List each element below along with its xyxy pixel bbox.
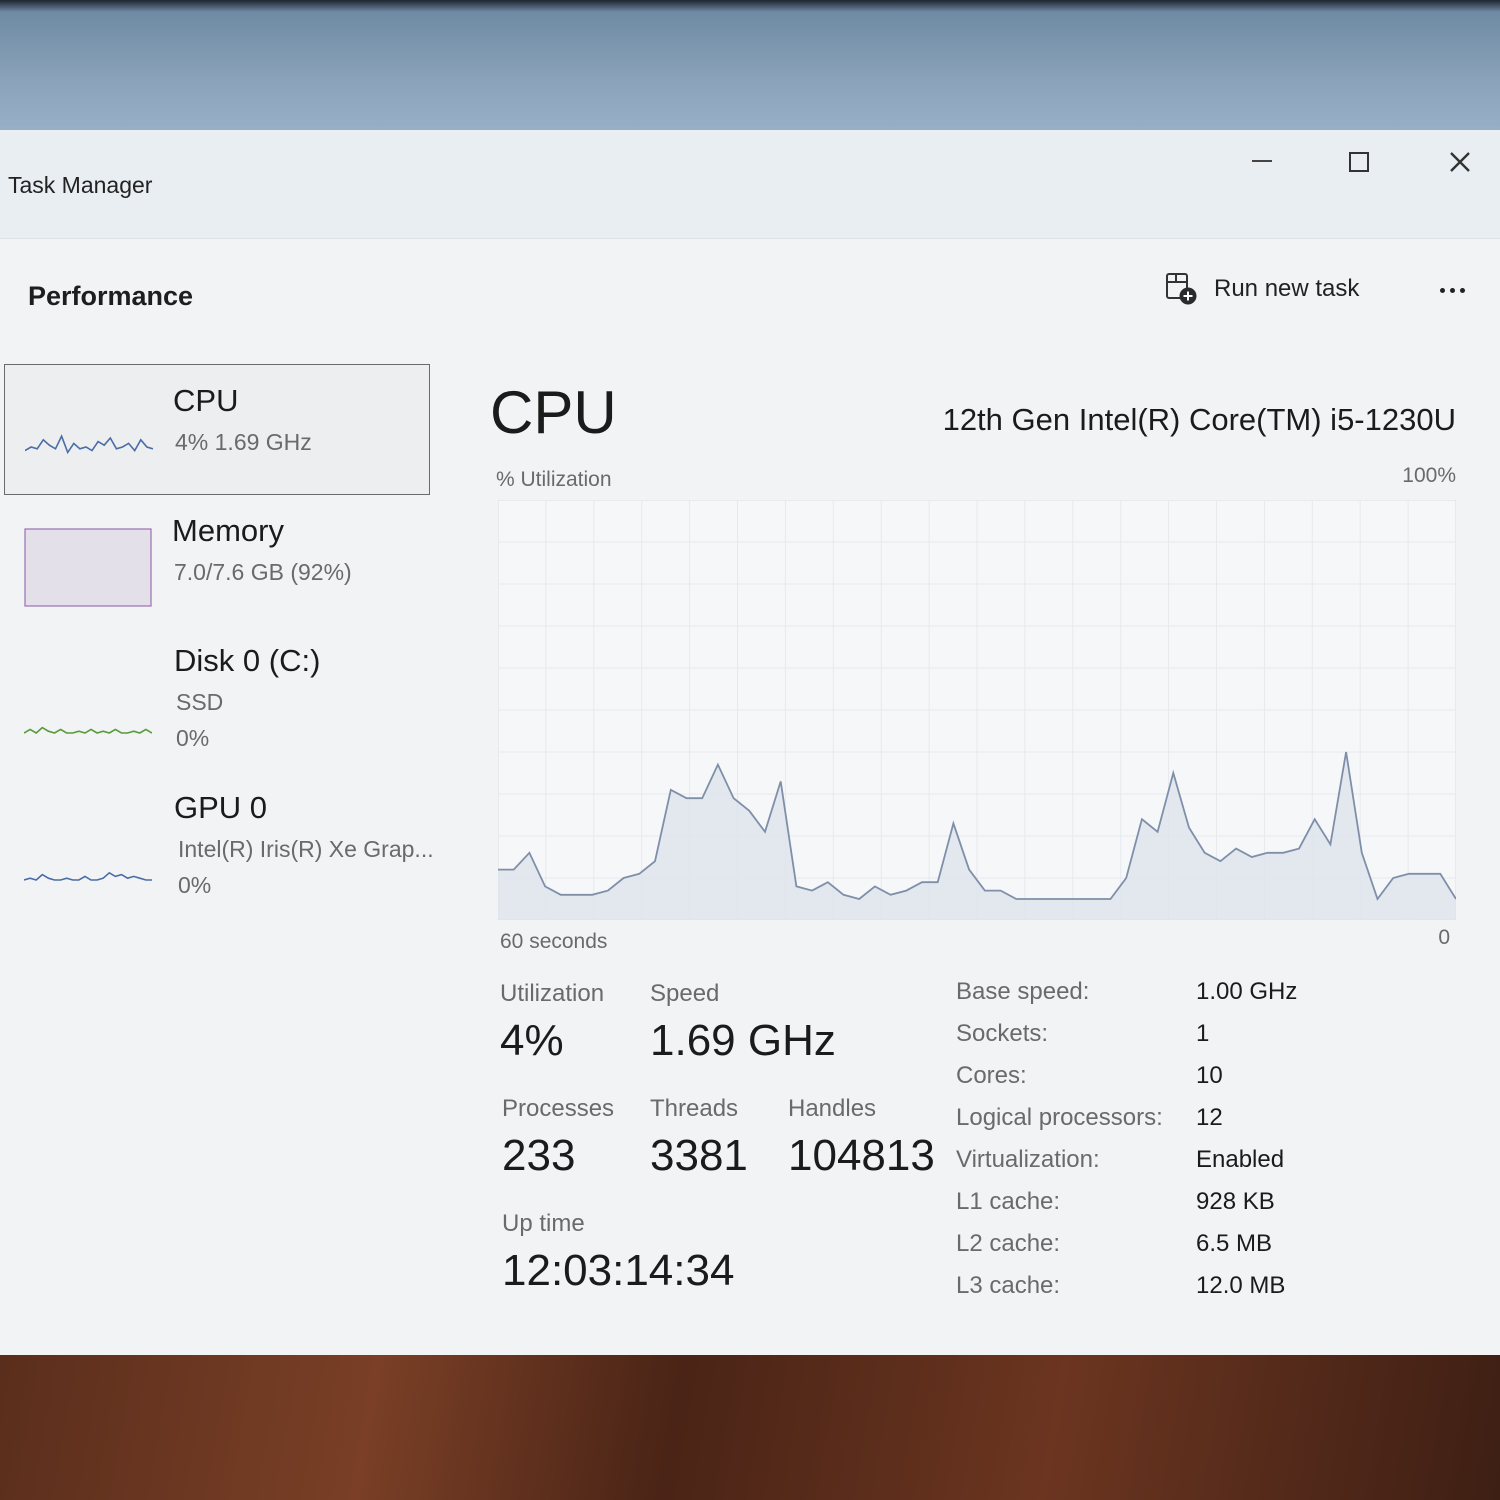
stat-label: Utilization	[500, 980, 605, 1007]
thumbnail-line	[25, 434, 153, 455]
sidebar-item-percent: 0%	[176, 725, 210, 751]
more-dot-icon	[1439, 287, 1445, 293]
sidebar-item-memory[interactable]: Memory 7.0/7.6 GB (92%)	[4, 505, 430, 620]
more-dot-icon	[1459, 287, 1465, 293]
stat-label: Threads	[650, 1095, 739, 1122]
cpu-model-name: 12th Gen Intel(R) Core(TM) i5-1230U	[942, 402, 1456, 437]
sidebar-item-label: GPU 0	[174, 790, 268, 825]
close-icon	[1450, 152, 1470, 172]
resource-sidebar: CPU 4% 1.69 GHz Memory 7.0/7.6 GB (92%) …	[0, 360, 450, 920]
spec-label-cores: Cores:	[956, 1062, 1027, 1089]
maximize-button[interactable]	[1335, 140, 1383, 184]
spec-value-base-speed: 1.00 GHz	[1196, 978, 1298, 1005]
cpu-detail-panel: CPU 12th Gen Intel(R) Core(TM) i5-1230U …	[490, 360, 1470, 1340]
stat-label: Processes	[502, 1095, 615, 1122]
stat-threads: Threads 3381	[650, 1095, 748, 1181]
stat-handles: Handles 104813	[788, 1095, 935, 1181]
desk-surface	[0, 1350, 1500, 1500]
time-axis-label: 60 seconds	[500, 930, 608, 953]
spec-value-l3-cache: 12.0 MB	[1196, 1272, 1286, 1299]
spec-value-sockets: 1	[1196, 1020, 1210, 1047]
stat-label: Handles	[788, 1095, 877, 1122]
stat-uptime: Up time 12:03:14:34	[502, 1210, 734, 1296]
close-button[interactable]	[1436, 140, 1484, 184]
sidebar-item-sub: 4% 1.69 GHz	[175, 429, 312, 455]
spec-value-logical-processors: 12	[1196, 1104, 1223, 1131]
sidebar-item-disk[interactable]: Disk 0 (C:) SSD 0%	[4, 635, 430, 765]
title-bar: Task Manager	[0, 130, 1500, 238]
maximize-icon	[1349, 152, 1369, 172]
disk-thumbnail-graph	[24, 726, 152, 734]
stat-label: Speed	[650, 980, 720, 1007]
page-header: Performance Run new task	[0, 238, 1500, 344]
gpu-thumbnail-graph	[24, 871, 152, 881]
run-task-icon	[1166, 273, 1197, 305]
spec-value-virtualization: Enabled	[1196, 1146, 1285, 1173]
stat-value: 1.69 GHz	[650, 1016, 836, 1065]
sidebar-item-sub: SSD	[176, 689, 224, 715]
desktop-background	[0, 0, 1500, 140]
run-new-task-button[interactable]: Run new task	[1164, 269, 1359, 309]
sidebar-item-label: Memory	[172, 513, 284, 548]
stat-value: 233	[502, 1131, 576, 1180]
spec-label-base-speed: Base speed:	[956, 978, 1090, 1005]
utilization-max-label: 100%	[1402, 464, 1456, 487]
stat-utilization: Utilization 4%	[500, 980, 604, 1066]
spec-label-l2-cache: L2 cache:	[956, 1230, 1061, 1257]
stat-processes: Processes 233	[502, 1095, 614, 1181]
sidebar-item-percent: 0%	[178, 872, 212, 898]
more-options-button[interactable]	[1430, 275, 1474, 305]
stat-value: 12:03:14:34	[502, 1246, 735, 1295]
sidebar-item-gpu[interactable]: GPU 0 Intel(R) Iris(R) Xe Grap... 0%	[4, 780, 434, 915]
spec-label-virtualization: Virtualization:	[956, 1146, 1100, 1173]
spec-label-l3-cache: L3 cache:	[956, 1272, 1061, 1299]
minimize-button[interactable]	[1238, 140, 1286, 184]
spec-label-sockets: Sockets:	[956, 1020, 1049, 1047]
sidebar-item-label: CPU	[173, 383, 239, 418]
window-title: Task Manager	[8, 172, 153, 198]
minimize-icon	[1252, 160, 1272, 162]
utilization-axis-label: % Utilization	[496, 468, 612, 491]
time-axis-zero-label: 0	[1438, 926, 1450, 949]
memory-thumbnail-graph	[24, 528, 152, 607]
sidebar-item-sub: 7.0/7.6 GB (92%)	[174, 559, 352, 585]
detail-title: CPU	[490, 379, 617, 446]
stat-value: 3381	[650, 1131, 748, 1180]
run-new-task-label: Run new task	[1214, 275, 1360, 302]
cpu-thumbnail-graph	[25, 434, 153, 455]
stat-value: 104813	[788, 1131, 935, 1180]
memory-thumbnail-fill	[24, 528, 152, 607]
spec-label-l1-cache: L1 cache:	[956, 1188, 1061, 1215]
spec-value-l1-cache: 928 KB	[1196, 1188, 1275, 1215]
stat-label: Up time	[502, 1210, 585, 1237]
page-title: Performance	[28, 281, 194, 311]
spec-value-l2-cache: 6.5 MB	[1196, 1230, 1273, 1257]
thumbnail-line	[24, 871, 152, 881]
cpu-utilization-graph	[498, 500, 1456, 920]
sidebar-item-label: Disk 0 (C:)	[174, 643, 321, 678]
spec-value-cores: 10	[1196, 1062, 1223, 1089]
stat-value: 4%	[500, 1016, 564, 1065]
spec-label-logical-processors: Logical processors:	[956, 1104, 1163, 1131]
task-manager-window: Task Manager Performance Run new task CP…	[0, 130, 1500, 1355]
more-dot-icon	[1449, 287, 1455, 293]
stat-speed: Speed 1.69 GHz	[650, 980, 836, 1066]
thumbnail-line	[24, 726, 152, 734]
sidebar-item-sub: Intel(R) Iris(R) Xe Grap...	[178, 836, 434, 862]
sidebar-item-cpu[interactable]: CPU 4% 1.69 GHz	[4, 364, 430, 495]
